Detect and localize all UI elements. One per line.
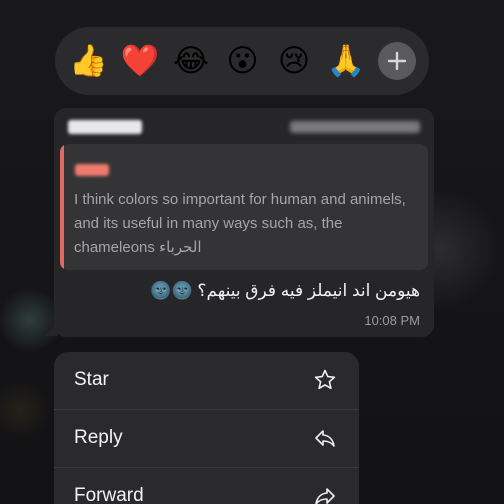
screen: 👍 ❤️ 😂 😮 😢 🙏 I think colors so important…	[0, 0, 504, 504]
forward-icon	[315, 488, 335, 504]
reaction-bar: 👍 ❤️ 😂 😮 😢 🙏	[55, 27, 429, 95]
sender-phone-redacted	[290, 121, 420, 133]
add-reaction-button[interactable]	[378, 42, 416, 80]
menu-item-star[interactable]: Star	[54, 352, 359, 409]
menu-item-label: Star	[74, 369, 109, 390]
menu-item-forward[interactable]: Forward	[54, 468, 359, 504]
quote-author-redacted	[75, 164, 109, 176]
sender-name-redacted	[68, 120, 142, 134]
message-timestamp: 10:08 PM	[364, 313, 420, 328]
quoted-message[interactable]: I think colors so important for human an…	[60, 144, 428, 270]
reaction-crying[interactable]: 😢	[275, 42, 313, 80]
reaction-folded-hands[interactable]: 🙏	[327, 42, 366, 80]
message-bubble[interactable]: I think colors so important for human an…	[54, 108, 434, 337]
reaction-thumbs-up[interactable]: 👍	[69, 42, 108, 80]
message-text: هيومن اند انيملز فيه فرق بينهم؟ 🌚🌚	[150, 281, 420, 300]
context-menu: Star Reply Forward	[54, 352, 359, 504]
menu-item-reply[interactable]: Reply	[54, 410, 359, 467]
quote-text: I think colors so important for human an…	[74, 191, 406, 256]
reply-icon	[315, 430, 335, 447]
star-icon	[314, 369, 336, 390]
reaction-heart[interactable]: ❤️	[121, 42, 160, 80]
reaction-surprised[interactable]: 😮	[224, 42, 262, 80]
reaction-laughing[interactable]: 😂	[172, 42, 210, 80]
plus-icon	[387, 51, 407, 71]
menu-item-label: Forward	[74, 485, 144, 504]
menu-item-label: Reply	[74, 427, 123, 448]
quote-accent-bar	[60, 144, 64, 270]
